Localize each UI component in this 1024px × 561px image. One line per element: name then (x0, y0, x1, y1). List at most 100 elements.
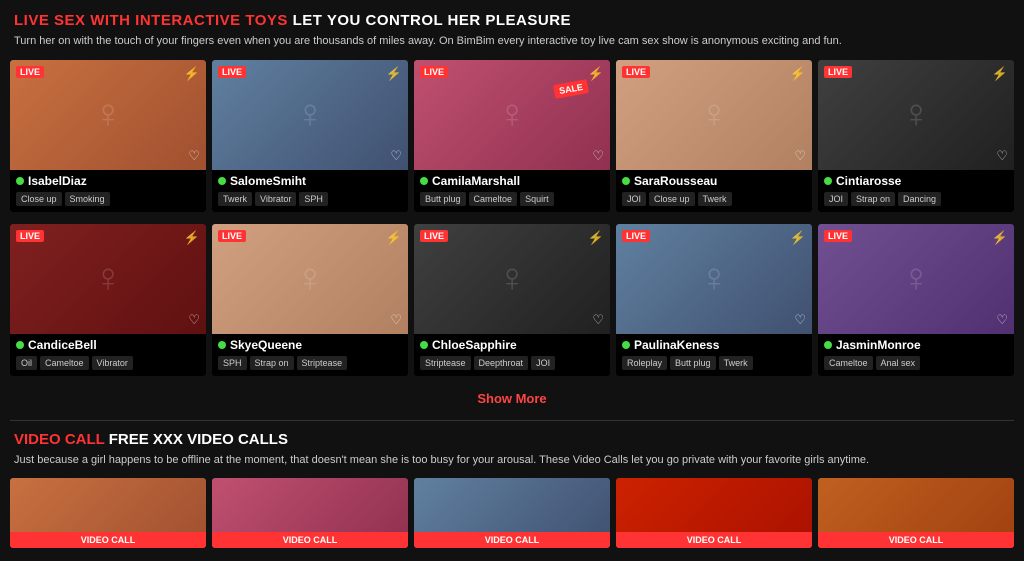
model-card[interactable]: ♀LIVE⚡♡CandiceBellOilCameltoeVibrator (10, 224, 206, 376)
model-tag[interactable]: Striptease (297, 356, 348, 370)
flash-icon: ⚡ (790, 230, 806, 246)
model-tag[interactable]: Oil (16, 356, 37, 370)
heart-icon[interactable]: ♡ (794, 312, 806, 328)
model-name: CamilaMarshall (432, 174, 520, 188)
model-tag[interactable]: SPH (218, 356, 247, 370)
video-call-card[interactable]: VIDEO CALL (818, 478, 1014, 548)
model-tag[interactable]: JOI (824, 192, 848, 206)
model-tag[interactable]: Twerk (698, 192, 732, 206)
model-name: CandiceBell (28, 338, 97, 352)
flash-icon: ⚡ (588, 230, 604, 246)
model-card[interactable]: ♀LIVE⚡♡PaulinaKenessRoleplayButt plugTwe… (616, 224, 812, 376)
video-call-grid: VIDEO CALL VIDEO CALL VIDEO CALL VIDEO CALL… (0, 472, 1024, 558)
flash-icon: ⚡ (790, 66, 806, 82)
model-tag[interactable]: Squirt (520, 192, 554, 206)
model-tag[interactable]: Smoking (65, 192, 110, 206)
video-call-card[interactable]: VIDEO CALL (212, 478, 408, 548)
model-tag[interactable]: Striptease (420, 356, 471, 370)
model-tag[interactable]: JOI (622, 192, 646, 206)
model-name: JasminMonroe (836, 338, 921, 352)
online-indicator (16, 177, 24, 185)
live-badge: LIVE (420, 230, 448, 242)
online-indicator (16, 341, 24, 349)
video-call-description: Just because a girl happens to be offlin… (14, 452, 1010, 469)
model-card[interactable]: ♀LIVE⚡♡SkyeQueeneSPHStrap onStriptease (212, 224, 408, 376)
model-card[interactable]: ♀LIVE⚡♡ChloeSapphireStripteaseDeepthroat… (414, 224, 610, 376)
model-tag[interactable]: Strap on (851, 192, 895, 206)
video-call-badge: VIDEO CALL (10, 532, 206, 548)
heart-icon[interactable]: ♡ (592, 148, 604, 164)
video-call-card[interactable]: VIDEO CALL (616, 478, 812, 548)
heart-icon[interactable]: ♡ (390, 148, 402, 164)
online-indicator (824, 177, 832, 185)
online-indicator (218, 341, 226, 349)
model-tag[interactable]: Butt plug (670, 356, 716, 370)
heart-icon[interactable]: ♡ (188, 148, 200, 164)
model-tag[interactable]: Dancing (898, 192, 941, 206)
heart-icon[interactable]: ♡ (996, 148, 1008, 164)
model-tag[interactable]: JOI (531, 356, 555, 370)
heart-icon[interactable]: ♡ (794, 148, 806, 164)
model-name: SkyeQueene (230, 338, 302, 352)
model-card[interactable]: ♀LIVE⚡♡SalomeSmihtTwerkVibratorSPH (212, 60, 408, 212)
model-tag[interactable]: Roleplay (622, 356, 667, 370)
video-call-badge: VIDEO CALL (818, 532, 1014, 548)
flash-icon: ⚡ (184, 66, 200, 82)
model-tag[interactable]: SPH (299, 192, 328, 206)
heart-icon[interactable]: ♡ (390, 312, 402, 328)
live-badge: LIVE (16, 230, 44, 242)
video-call-section: VIDEO CALL FREE XXX VIDEO CALLS Just bec… (0, 421, 1024, 473)
online-indicator (622, 177, 630, 185)
models-grid-row1: ♀LIVE⚡♡IsabelDiazClose upSmoking♀LIVE⚡♡S… (0, 54, 1024, 218)
model-name: IsabelDiaz (28, 174, 87, 188)
flash-icon: ⚡ (992, 66, 1008, 82)
online-indicator (824, 341, 832, 349)
live-badge: LIVE (824, 66, 852, 78)
video-call-card[interactable]: VIDEO CALL (414, 478, 610, 548)
model-card[interactable]: ♀LIVE⚡♡CintiarosseJOIStrap onDancing (818, 60, 1014, 212)
flash-icon: ⚡ (184, 230, 200, 246)
model-tag[interactable]: Vibrator (92, 356, 133, 370)
model-tag[interactable]: Deepthroat (474, 356, 529, 370)
model-card[interactable]: ♀LIVESALE⚡♡CamilaMarshallButt plugCamelt… (414, 60, 610, 212)
model-tag[interactable]: Vibrator (255, 192, 296, 206)
heart-icon[interactable]: ♡ (592, 312, 604, 328)
model-tag[interactable]: Butt plug (420, 192, 466, 206)
live-badge: LIVE (622, 66, 650, 78)
live-badge: LIVE (218, 230, 246, 242)
video-call-card[interactable]: VIDEO CALL (10, 478, 206, 548)
online-indicator (218, 177, 226, 185)
flash-icon: ⚡ (992, 230, 1008, 246)
online-indicator (622, 341, 630, 349)
flash-icon: ⚡ (386, 230, 402, 246)
video-call-title: VIDEO CALL FREE XXX VIDEO CALLS (14, 431, 1010, 448)
model-name: ChloeSapphire (432, 338, 517, 352)
model-tag[interactable]: Cameltoe (40, 356, 89, 370)
heart-icon[interactable]: ♡ (188, 312, 200, 328)
model-tag[interactable]: Twerk (218, 192, 252, 206)
model-card[interactable]: ♀LIVE⚡♡SaraRousseauJOIClose upTwerk (616, 60, 812, 212)
show-more-button[interactable]: Show More (477, 391, 546, 406)
live-badge: LIVE (824, 230, 852, 242)
flash-icon: ⚡ (386, 66, 402, 82)
model-name: Cintiarosse (836, 174, 901, 188)
model-card[interactable]: ♀LIVE⚡♡IsabelDiazClose upSmoking (10, 60, 206, 212)
model-tag[interactable]: Cameltoe (469, 192, 518, 206)
model-tag[interactable]: Twerk (719, 356, 753, 370)
model-card[interactable]: ♀LIVE⚡♡JasminMonroeCameltoeAnal sex (818, 224, 1014, 376)
model-tag[interactable]: Close up (649, 192, 695, 206)
live-badge: LIVE (420, 66, 448, 78)
model-tag[interactable]: Close up (16, 192, 62, 206)
flash-icon: ⚡ (588, 66, 604, 82)
model-name: PaulinaKeness (634, 338, 719, 352)
hero-description: Turn her on with the touch of your finge… (14, 33, 1010, 50)
model-name: SalomeSmiht (230, 174, 306, 188)
show-more-row: Show More (0, 382, 1024, 420)
video-call-badge: VIDEO CALL (414, 532, 610, 548)
models-grid-row2: ♀LIVE⚡♡CandiceBellOilCameltoeVibrator♀LI… (0, 218, 1024, 382)
online-indicator (420, 177, 428, 185)
heart-icon[interactable]: ♡ (996, 312, 1008, 328)
model-tag[interactable]: Cameltoe (824, 356, 873, 370)
model-tag[interactable]: Anal sex (876, 356, 921, 370)
model-tag[interactable]: Strap on (250, 356, 294, 370)
